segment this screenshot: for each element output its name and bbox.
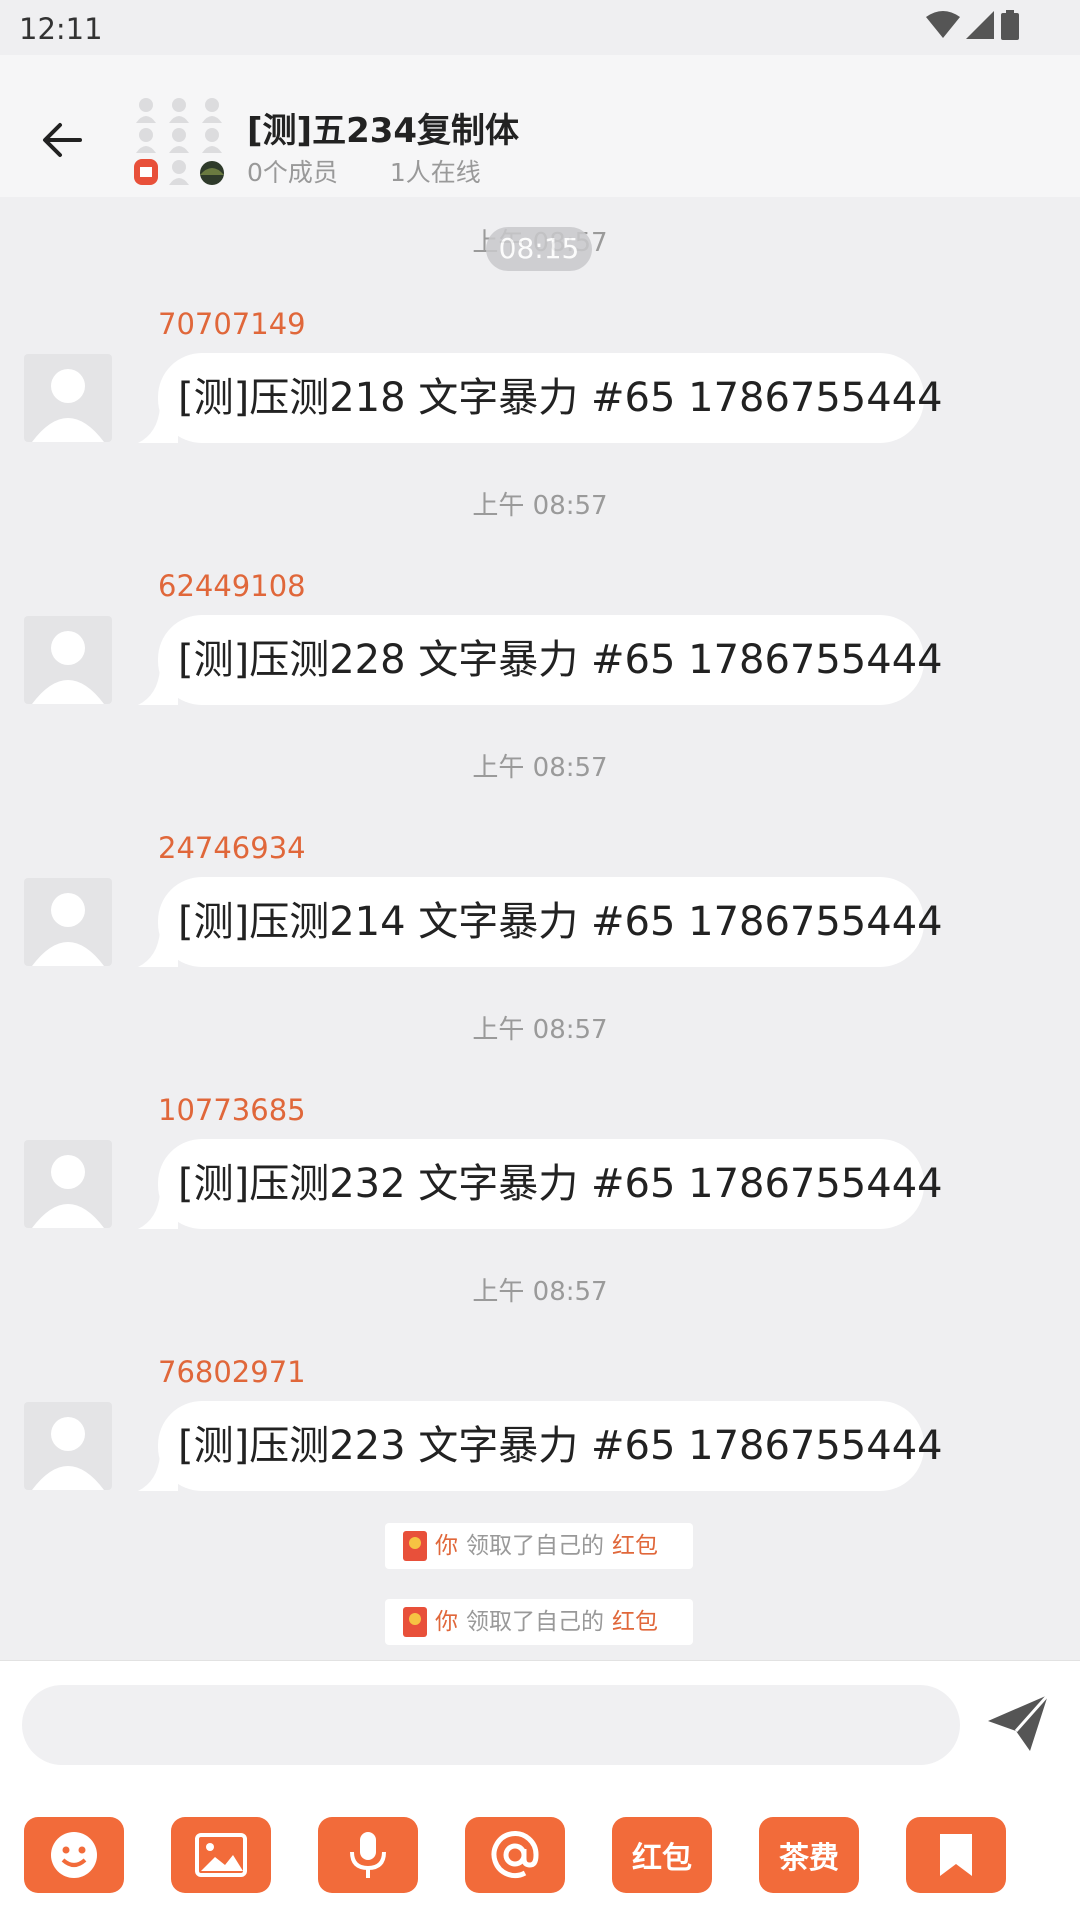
image-button[interactable] [171, 1817, 271, 1893]
battery-icon [1001, 10, 1019, 40]
notice-you: 你 [435, 1533, 458, 1559]
notice-redpacket-link[interactable]: 红包 [612, 1599, 658, 1645]
avatar[interactable] [24, 878, 112, 966]
chat-header: [测]五234复制体 0个成员 1人在线 [0, 55, 1080, 197]
red-packet-icon [403, 1531, 427, 1561]
message-row: 10773685 [测]压测232 文字暴力 #65 1786755444 [0, 1093, 1080, 1283]
status-time: 12:11 [19, 12, 103, 46]
redpacket-button[interactable]: 红包 [612, 1817, 712, 1893]
message-row: 62449108 [测]压测228 文字暴力 #65 1786755444 [0, 569, 1080, 759]
notice-you: 你 [435, 1609, 458, 1635]
message-bubble[interactable]: [测]压测223 文字暴力 #65 1786755444 [158, 1401, 943, 1491]
composer: 红包 茶费 [0, 1660, 1080, 1921]
redpacket-notice: 你 领取了自己的 红包 [385, 1523, 693, 1569]
message-input[interactable] [22, 1685, 960, 1765]
avatar[interactable] [24, 1402, 112, 1490]
smile-icon [51, 1832, 97, 1878]
group-title: [测]五234复制体 [247, 111, 520, 151]
send-icon[interactable] [986, 1691, 1050, 1755]
wifi-icon [926, 11, 960, 38]
bookmark-button[interactable] [906, 1817, 1006, 1893]
voice-button[interactable] [318, 1817, 418, 1893]
at-sign-icon [491, 1831, 539, 1879]
avatar[interactable] [24, 354, 112, 442]
chat-content[interactable]: 上午 08:57 08:15 70707149 [测]压测218 文字暴力 #6… [0, 197, 1080, 1660]
timestamp: 上午 08:57 [472, 1015, 608, 1045]
message-bubble[interactable]: [测]压测218 文字暴力 #65 1786755444 [158, 353, 943, 443]
image-icon [195, 1833, 247, 1877]
redpacket-notice: 你 领取了自己的 红包 [385, 1599, 693, 1645]
sender-name[interactable]: 62449108 [158, 569, 306, 603]
sender-name[interactable]: 76802971 [158, 1355, 306, 1389]
avatar[interactable] [24, 1140, 112, 1228]
message-bubble[interactable]: [测]压测214 文字暴力 #65 1786755444 [158, 877, 943, 967]
microphone-icon [350, 1832, 386, 1878]
notice-text: 领取了自己的 [466, 1609, 604, 1635]
sender-name[interactable]: 24746934 [158, 831, 306, 865]
emoji-button[interactable] [24, 1817, 124, 1893]
sender-name[interactable]: 10773685 [158, 1093, 306, 1127]
status-bar: 12:11 [0, 0, 1080, 55]
red-packet-icon [403, 1607, 427, 1637]
status-icons [926, 10, 1020, 40]
group-avatar[interactable] [134, 95, 224, 185]
online-count: 1人在线 [389, 158, 481, 187]
message-row: 76802971 [测]压测223 文字暴力 #65 1786755444 [0, 1355, 1080, 1545]
timestamp: 上午 08:57 [472, 1277, 608, 1307]
group-subtitle: 0个成员 1人在线 [247, 153, 481, 189]
mention-button[interactable] [465, 1817, 565, 1893]
timestamp: 上午 08:57 [472, 753, 608, 783]
message-bubble[interactable]: [测]压测228 文字暴力 #65 1786755444 [158, 615, 943, 705]
sender-name[interactable]: 70707149 [158, 307, 306, 341]
back-arrow-icon[interactable] [36, 115, 86, 165]
message-row: 24746934 [测]压测214 文字暴力 #65 1786755444 [0, 831, 1080, 1021]
timestamp: 上午 08:57 [472, 491, 608, 521]
message-bubble[interactable]: [测]压测232 文字暴力 #65 1786755444 [158, 1139, 943, 1229]
signal-icon [966, 11, 994, 39]
message-row: 70707149 [测]压测218 文字暴力 #65 1786755444 [0, 307, 1080, 497]
avatar[interactable] [24, 616, 112, 704]
bookmark-icon [940, 1834, 972, 1876]
member-count: 0个成员 [247, 158, 338, 187]
notice-redpacket-link[interactable]: 红包 [612, 1523, 658, 1569]
floating-date-badge: 08:15 [486, 227, 592, 271]
tea-fee-button[interactable]: 茶费 [759, 1817, 859, 1893]
notice-text: 领取了自己的 [466, 1533, 604, 1559]
